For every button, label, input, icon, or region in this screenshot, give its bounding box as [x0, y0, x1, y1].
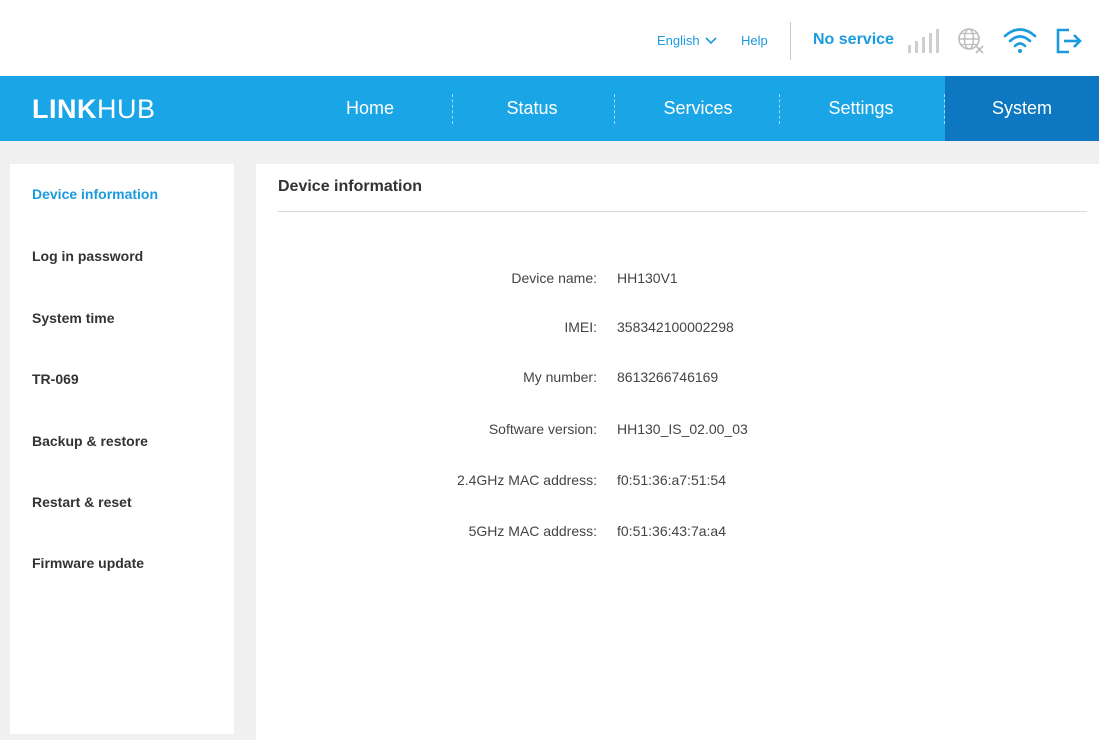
- info-row-mac-2-4ghz: 2.4GHz MAC address: f0:51:36:a7:51:54: [256, 472, 1099, 492]
- nav-home[interactable]: Home: [300, 76, 440, 141]
- info-label: Device name:: [511, 270, 597, 286]
- info-label: IMEI:: [564, 319, 597, 335]
- top-bar: English Help No service: [0, 0, 1099, 76]
- linkhub-logo: LINKHUB: [32, 94, 156, 124]
- info-value: 358342100002298: [617, 319, 734, 335]
- logout-icon[interactable]: [1055, 27, 1083, 55]
- connection-status: No service: [813, 31, 894, 48]
- info-value: f0:51:36:a7:51:54: [617, 472, 726, 488]
- nav-system[interactable]: System: [945, 76, 1099, 141]
- info-value: HH130_IS_02.00_03: [617, 421, 748, 437]
- language-label: English: [657, 33, 700, 48]
- info-label: My number:: [523, 369, 597, 385]
- sidebar-item-device-information[interactable]: Device information: [32, 186, 158, 202]
- nav-status[interactable]: Status: [462, 76, 602, 141]
- sidebar-item-log-in-password[interactable]: Log in password: [32, 248, 143, 264]
- info-row-software-version: Software version: HH130_IS_02.00_03: [256, 421, 1099, 441]
- sidebar-item-firmware-update[interactable]: Firmware update: [32, 555, 144, 571]
- sidebar-item-restart-reset[interactable]: Restart & reset: [32, 494, 132, 510]
- header-divider: [790, 22, 791, 60]
- globe-no-internet-icon: [958, 28, 984, 54]
- sidebar-item-backup-restore[interactable]: Backup & restore: [32, 433, 148, 449]
- content-panel: Device information Device name: HH130V1 …: [256, 164, 1099, 740]
- chevron-down-icon: [705, 36, 717, 44]
- language-selector[interactable]: English: [657, 33, 717, 48]
- info-value: 8613266746169: [617, 369, 719, 385]
- wifi-icon: [1003, 28, 1037, 53]
- info-row-imei: IMEI: 358342100002298: [256, 319, 1099, 339]
- nav-divider: [614, 94, 615, 124]
- title-divider: [278, 211, 1087, 212]
- nav-divider: [452, 94, 453, 124]
- sidebar: Device information Log in password Syste…: [10, 164, 234, 734]
- info-value: HH130V1: [617, 270, 678, 286]
- nav-services[interactable]: Services: [628, 76, 768, 141]
- sidebar-item-tr-069[interactable]: TR-069: [32, 371, 79, 387]
- main-nav: LINKHUB Home Status Services Settings Sy…: [0, 76, 1099, 141]
- info-label: 5GHz MAC address:: [468, 523, 597, 539]
- sidebar-item-system-time[interactable]: System time: [32, 310, 114, 326]
- info-label: Software version:: [488, 421, 597, 437]
- info-value: f0:51:36:43:7a:a4: [617, 523, 726, 539]
- signal-bars-icon: [908, 29, 939, 53]
- info-row-mac-5ghz: 5GHz MAC address: f0:51:36:43:7a:a4: [256, 523, 1099, 543]
- nav-settings[interactable]: Settings: [791, 76, 931, 141]
- info-row-my-number: My number: 8613266746169: [256, 369, 1099, 389]
- nav-divider: [779, 94, 780, 124]
- page-title: Device information: [278, 178, 423, 195]
- info-label: 2.4GHz MAC address:: [456, 472, 597, 488]
- info-row-device-name: Device name: HH130V1: [256, 270, 1099, 290]
- help-link[interactable]: Help: [741, 33, 768, 48]
